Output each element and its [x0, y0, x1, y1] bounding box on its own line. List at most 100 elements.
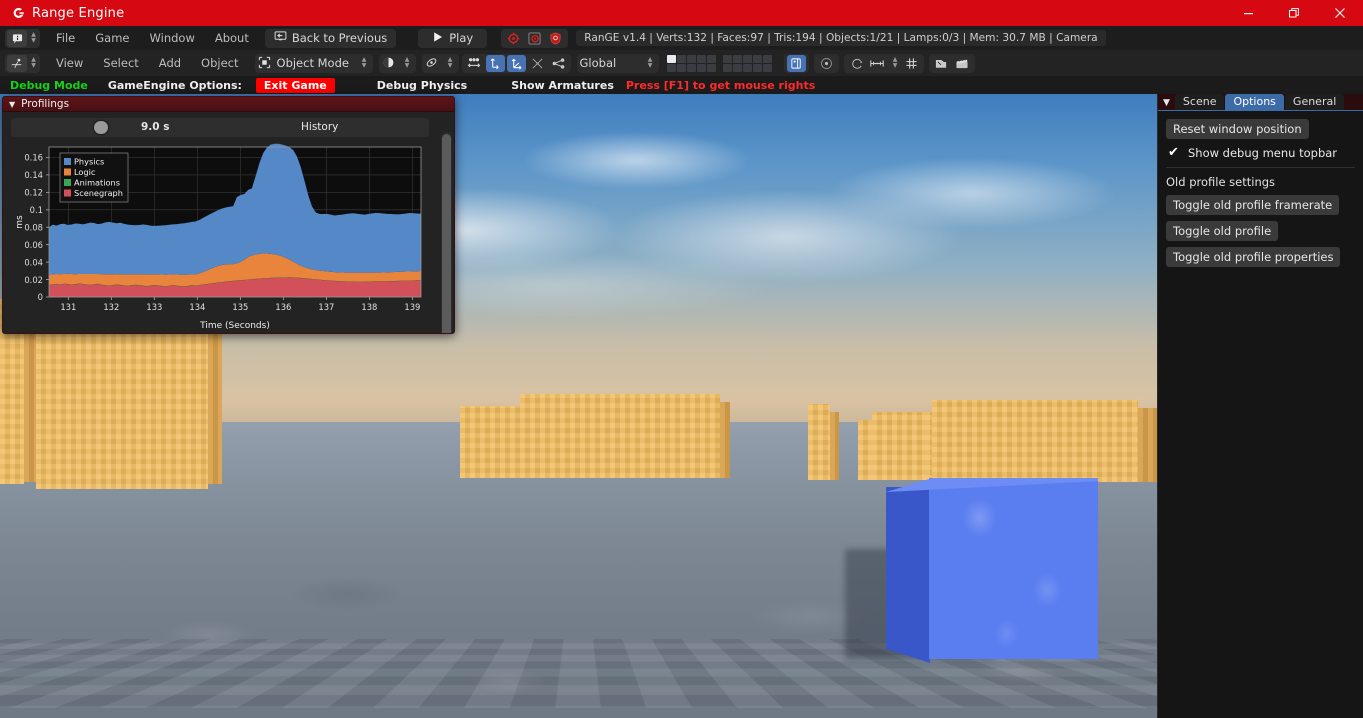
- tab-scene[interactable]: Scene: [1174, 94, 1225, 110]
- toggle-old-profile-properties-button[interactable]: Toggle old profile properties: [1166, 247, 1341, 267]
- exit-game-button[interactable]: Exit Game: [255, 77, 335, 93]
- layer-cell[interactable]: [686, 63, 696, 72]
- svg-text:0.02: 0.02: [24, 275, 43, 285]
- properties-tabs: ▼ Scene Options General: [1158, 94, 1363, 111]
- layer-cell[interactable]: [742, 63, 752, 72]
- proportional-edit-icon[interactable]: [847, 55, 866, 72]
- layer-cell[interactable]: [706, 63, 716, 72]
- layer-cell[interactable]: [752, 63, 762, 72]
- layer-cell[interactable]: [676, 63, 686, 72]
- manipulator-translate-icon[interactable]: [485, 54, 505, 72]
- menu-add[interactable]: Add: [149, 54, 191, 72]
- manipulator-rotate-icon[interactable]: [506, 54, 526, 72]
- tab-general[interactable]: General: [1284, 94, 1345, 110]
- toggle-old-profile-framerate-button[interactable]: Toggle old profile framerate: [1166, 195, 1340, 215]
- interaction-mode-spinner[interactable]: ▲ ▼: [360, 57, 369, 69]
- manipulator-resize-icon[interactable]: [465, 55, 484, 72]
- panel-divider: [1166, 167, 1355, 168]
- toggle-old-profile-button[interactable]: Toggle old profile: [1166, 221, 1279, 241]
- view3d-editor-spinner[interactable]: ▲ ▼: [29, 57, 38, 69]
- render-camera-icon[interactable]: [932, 55, 951, 72]
- layer-cell[interactable]: [762, 63, 772, 72]
- dot-center-icon[interactable]: [817, 55, 836, 72]
- profilings-scrollbar[interactable]: [441, 132, 452, 333]
- blender-gear-outline-icon[interactable]: [525, 30, 544, 47]
- svg-text:0.08: 0.08: [24, 222, 43, 232]
- back-to-previous-button[interactable]: Back to Previous: [264, 28, 397, 48]
- layer-cell[interactable]: [666, 54, 676, 63]
- shield-icon[interactable]: [546, 30, 565, 47]
- show-armatures-button[interactable]: Show Armatures: [501, 79, 624, 92]
- cube-face-left: [886, 487, 930, 663]
- menu-about[interactable]: About: [205, 29, 259, 47]
- layer-block-1[interactable]: [666, 54, 716, 72]
- menu-select[interactable]: Select: [93, 54, 148, 72]
- layer-cell[interactable]: [762, 54, 772, 63]
- manipulator-scale-icon[interactable]: [528, 55, 547, 72]
- svg-text:133: 133: [146, 302, 162, 312]
- menu-object[interactable]: Object: [191, 54, 248, 72]
- history-slider-row[interactable]: 9.0 s History: [11, 118, 429, 137]
- panel-caret-icon[interactable]: ▼: [1160, 98, 1174, 110]
- play-button[interactable]: Play: [418, 28, 488, 48]
- shading-spinner[interactable]: ▲ ▼: [403, 57, 412, 69]
- svg-text:0.12: 0.12: [24, 188, 43, 198]
- layer-cell[interactable]: [722, 63, 732, 72]
- snap-spinner[interactable]: ▲ ▼: [891, 57, 900, 69]
- layer-cell[interactable]: [666, 63, 676, 72]
- tab-options[interactable]: Options: [1225, 94, 1284, 110]
- debug-physics-button[interactable]: Debug Physics: [367, 79, 477, 92]
- render-preview-icon[interactable]: [786, 54, 806, 72]
- layer-cell[interactable]: [676, 54, 686, 63]
- render-icons: [928, 53, 975, 73]
- layer-cell[interactable]: [686, 54, 696, 63]
- blender-gear-icon[interactable]: [504, 30, 523, 47]
- layer-block-2[interactable]: [722, 54, 772, 72]
- clapperboard-icon[interactable]: [953, 55, 972, 72]
- editor-type-selector[interactable]: ▲ ▼: [5, 28, 40, 48]
- svg-text:135: 135: [232, 302, 248, 312]
- profilings-panel[interactable]: ▼ Profilings 9.0 s History 0 0.02 0.04 0.06…: [2, 96, 455, 334]
- wall-block-side: [1138, 408, 1157, 482]
- viewport-shading-selector[interactable]: ▲ ▼: [378, 53, 416, 73]
- orientation-spinner[interactable]: ▲ ▼: [646, 57, 655, 69]
- layer-cell[interactable]: [696, 54, 706, 63]
- menu-game[interactable]: Game: [85, 29, 139, 47]
- link-nodes-icon[interactable]: [549, 55, 568, 72]
- layer-cell[interactable]: [732, 63, 742, 72]
- transform-orientation-selector[interactable]: Global ▲ ▼: [576, 53, 659, 73]
- info-editor-icon: [7, 29, 27, 47]
- close-button[interactable]: [1317, 0, 1363, 26]
- layer-cell[interactable]: [742, 54, 752, 63]
- shading-sphere-icon: [382, 54, 395, 73]
- show-debug-menu-topbar-row[interactable]: ✔ Show debug menu topbar: [1166, 145, 1355, 160]
- svg-text:0: 0: [38, 292, 43, 302]
- checkmark-icon[interactable]: ✔: [1166, 145, 1181, 160]
- grid-snap-icon[interactable]: [902, 55, 921, 72]
- layer-cell[interactable]: [696, 63, 706, 72]
- history-slider-knob[interactable]: [94, 121, 108, 134]
- layer-cell[interactable]: [752, 54, 762, 63]
- pivot-spinner[interactable]: ▲ ▼: [446, 57, 455, 69]
- maximize-restore-button[interactable]: [1271, 0, 1317, 26]
- minimize-button[interactable]: [1225, 0, 1271, 26]
- menu-file[interactable]: File: [46, 29, 85, 47]
- menu-view[interactable]: View: [46, 54, 93, 72]
- reset-window-position-button[interactable]: Reset window position: [1166, 119, 1309, 139]
- play-triangle-icon: [432, 31, 444, 46]
- back-to-previous-label: Back to Previous: [291, 31, 388, 45]
- layer-cell[interactable]: [732, 54, 742, 63]
- profilings-panel-header[interactable]: ▼ Profilings: [3, 97, 454, 112]
- viewport-bottom-edge: [0, 708, 1157, 718]
- editor-type-spinner[interactable]: ▲ ▼: [29, 32, 38, 44]
- svg-text:138: 138: [361, 302, 377, 312]
- snap-magnet-icon[interactable]: [868, 55, 887, 72]
- pivot-point-selector[interactable]: ▲ ▼: [421, 53, 459, 73]
- menu-window[interactable]: Window: [140, 29, 205, 47]
- profilings-scrollbar-thumb[interactable]: [442, 134, 451, 333]
- layer-cell[interactable]: [706, 54, 716, 63]
- view3d-editor-type-selector[interactable]: ▲ ▼: [5, 53, 40, 73]
- layer-cell[interactable]: [722, 54, 732, 63]
- collapse-caret-icon[interactable]: ▼: [9, 100, 15, 109]
- interaction-mode-selector[interactable]: Object Mode ▲ ▼: [254, 53, 373, 73]
